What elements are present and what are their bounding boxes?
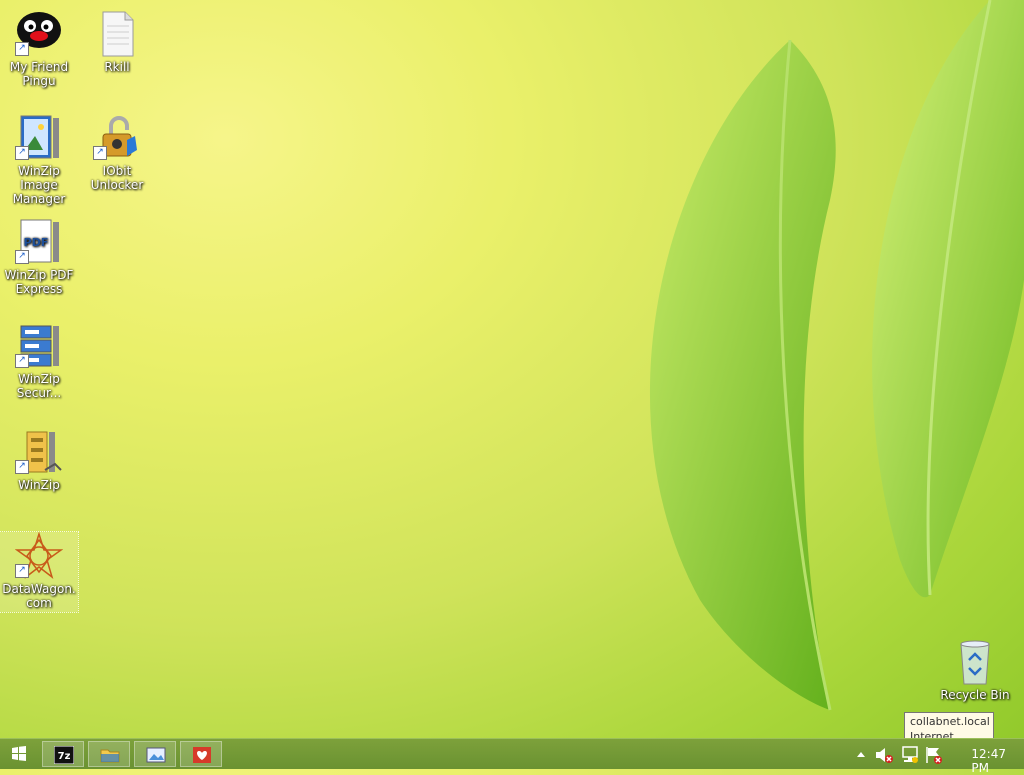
taskbar: 7z 12:47 PM [0,738,1024,775]
recycle-bin-icon [951,638,999,686]
desktop-icon-winzip[interactable]: ↗ WinZip [0,428,78,492]
unlock-icon: ↗ [93,114,141,162]
desktop-icon-recycle-bin[interactable]: Recycle Bin [936,638,1014,702]
taskbar-image-viewer[interactable] [134,741,176,767]
shortcut-arrow-icon: ↗ [15,354,29,368]
winzip-icon: ↗ [15,428,63,476]
desktop-icon-winzip-image-manager[interactable]: ↗ WinZip Image Manager [0,114,78,206]
shortcut-arrow-icon: ↗ [15,42,29,56]
icon-label: DataWagon.com [2,582,76,610]
shortcut-arrow-icon: ↗ [15,460,29,474]
desktop-icon-iobit-unlocker[interactable]: ↗ IObit Unlocker [78,114,156,192]
icon-label: WinZip Secur... [16,372,62,400]
windows-logo-icon [12,746,26,761]
winzip-image-icon: ↗ [15,114,63,162]
desktop-icon-winzip-pdf-express[interactable]: PDF ↗ WinZip PDF Express [0,218,78,296]
folder-icon [100,749,120,763]
icon-label: IObit Unlocker [90,164,144,192]
icon-label: Recycle Bin [940,688,1010,702]
desktop: ↗ My Friend Pingu Rkill ↗ WinZip Image M… [0,0,1024,738]
network-icon[interactable] [900,745,920,765]
taskbar-health-app[interactable] [180,741,222,767]
icon-label: WinZip PDF Express [4,268,74,296]
svg-text:PDF: PDF [24,236,49,249]
desktop-icon-my-friend-pingu[interactable]: ↗ My Friend Pingu [0,10,78,88]
winzip-secure-icon: ↗ [15,322,63,370]
star-logo-icon: ↗ [14,531,64,580]
icon-label: WinZip Image Manager [12,164,66,206]
shortcut-arrow-icon: ↗ [15,564,29,578]
heart-icon [193,747,211,763]
taskbar-file-explorer[interactable] [88,741,130,767]
start-button[interactable] [0,739,38,769]
icon-label: Rkill [104,60,130,74]
penguin-icon: ↗ [15,10,63,58]
taskbar-clock[interactable]: 12:47 PM [971,747,1006,775]
desktop-icon-datawagon[interactable]: ↗ DataWagon.com [0,531,79,613]
image-viewer-icon [146,747,166,763]
icon-label: My Friend Pingu [9,60,69,88]
taskbar-7zip[interactable]: 7z [42,741,84,767]
svg-text:7z: 7z [58,751,71,762]
7zip-icon: 7z [54,746,74,764]
shortcut-arrow-icon: ↗ [15,250,29,264]
tooltip-line-network: collabnet.local [910,715,990,728]
desktop-icon-winzip-secure[interactable]: ↗ WinZip Secur... [0,322,78,400]
desktop-icon-rkill[interactable]: Rkill [78,10,156,74]
shortcut-arrow-icon: ↗ [15,146,29,160]
document-icon [93,10,141,58]
shortcut-arrow-icon: ↗ [93,146,107,160]
wallpaper-leaves [649,0,1024,711]
icon-label: WinZip [18,478,60,492]
action-center-flag-icon[interactable] [924,745,944,765]
volume-muted-icon[interactable] [874,746,894,764]
pdf-icon: PDF ↗ [15,218,63,266]
show-hidden-icons-icon[interactable] [856,750,866,758]
